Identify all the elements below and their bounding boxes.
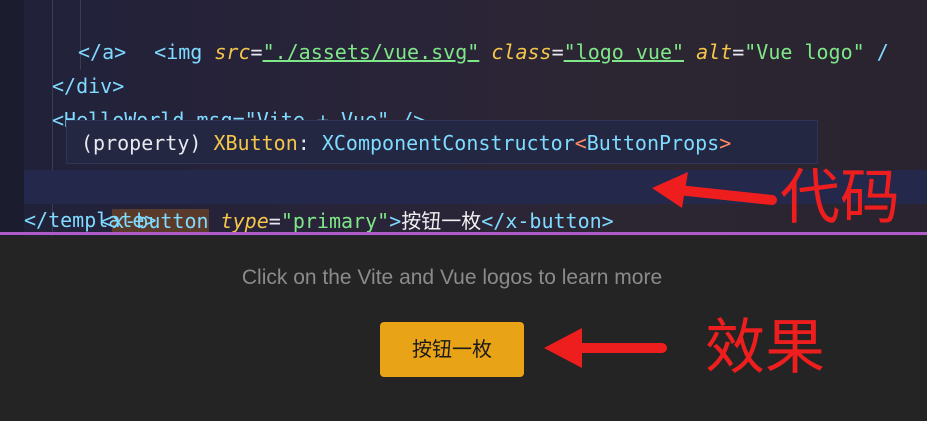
angle-close: >: [389, 209, 402, 233]
read-the-docs-text: Click on the Vite and Vue logos to learn…: [241, 266, 663, 289]
equals: =: [732, 40, 745, 64]
string-alt: "Vue logo": [744, 40, 865, 64]
arrow-left-icon: [544, 328, 667, 368]
editor-gutter: [0, 0, 24, 236]
code-line-a-close[interactable]: </a>: [78, 35, 126, 69]
attr-class: class: [491, 40, 552, 64]
self-close: /: [864, 40, 889, 64]
button-content-text: 按钮一枚: [401, 209, 482, 233]
annotation-effect-label: 效果: [705, 313, 825, 383]
x-button-close-tag: </x-button>: [481, 209, 614, 233]
attr-alt: alt: [696, 40, 733, 64]
arrow-left-icon: [652, 172, 777, 208]
img-tag: <img: [154, 40, 215, 64]
tooltip-type: XComponentConstructor: [321, 131, 575, 155]
string-src: "./assets/vue.svg": [262, 40, 480, 64]
tooltip-kind: (property): [81, 131, 214, 155]
tooltip-signature: (property) XButton: XComponentConstructo…: [81, 121, 731, 165]
annotation-code-label: 代码: [780, 163, 900, 233]
tooltip-colon: :: [297, 131, 322, 155]
attr-type: type: [220, 209, 269, 233]
tooltip-generic: ButtonProps: [586, 131, 720, 155]
equals: =: [551, 40, 564, 64]
string-class: "logo vue": [563, 40, 685, 64]
hover-tooltip: (property) XButton: XComponentConstructo…: [66, 120, 818, 164]
code-line-div-close[interactable]: </div>: [52, 69, 124, 103]
tooltip-angle-close: >: [719, 131, 732, 155]
primary-button[interactable]: 按钮一枚: [380, 322, 524, 377]
code-line-img[interactable]: <img src="./assets/vue.svg" class="logo …: [106, 1, 889, 64]
equals: =: [268, 209, 281, 233]
attr-src: src: [214, 40, 251, 64]
string-type: "primary": [280, 209, 390, 233]
tooltip-angle-open: <: [574, 131, 587, 155]
code-line-x-button[interactable]: <x-button type="primary">按钮一枚</x-button>: [52, 170, 614, 233]
equals: =: [250, 40, 263, 64]
tooltip-name: XButton: [213, 131, 298, 155]
